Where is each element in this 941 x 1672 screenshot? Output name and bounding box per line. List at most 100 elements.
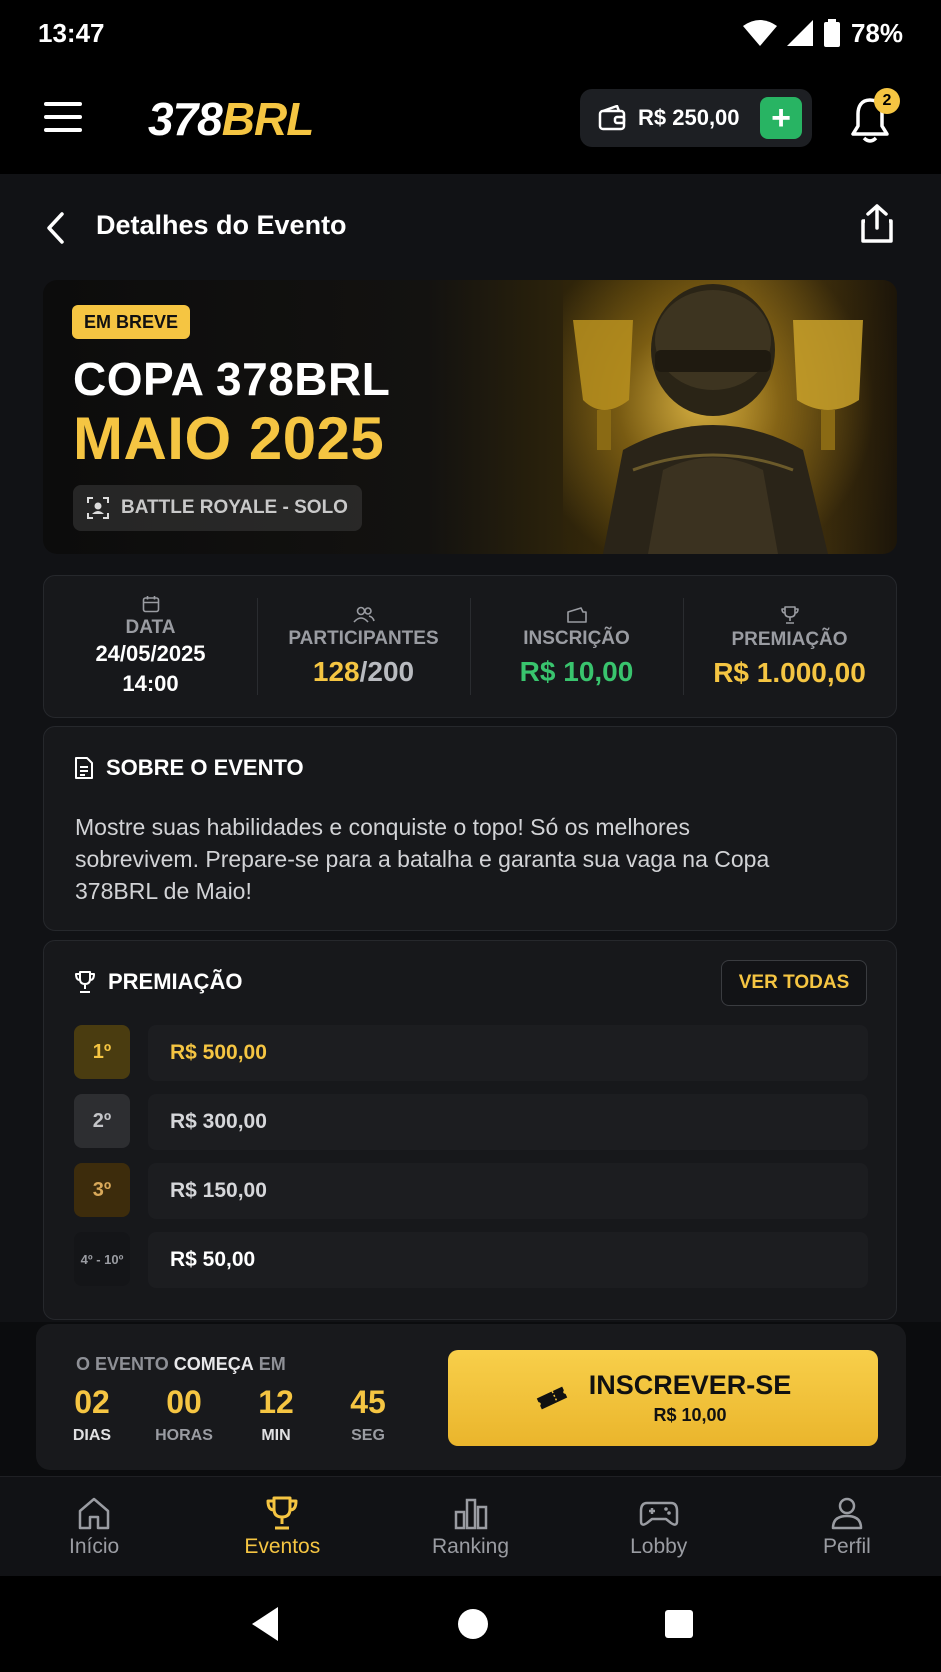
nav-label: Início (69, 1534, 120, 1558)
system-navigation-bar (0, 1576, 941, 1672)
about-header: SOBRE O EVENTO (74, 755, 304, 781)
battery-icon (823, 19, 840, 47)
about-section: SOBRE O EVENTO Mostre suas habilidades e… (43, 726, 897, 931)
user-focus-icon (87, 497, 109, 519)
page-header: Detalhes do Evento (0, 174, 941, 280)
prize-row: 3º R$ 150,00 (74, 1163, 868, 1219)
stat-prize: PREMIAÇÃO R$ 1.000,00 (683, 576, 896, 717)
stat-fee: INSCRIÇÃO R$ 10,00 (470, 576, 683, 717)
nav-item-inicio[interactable]: Início (0, 1477, 188, 1576)
nav-label: Perfil (822, 1534, 871, 1558)
register-price: R$ 10,00 (653, 1405, 727, 1425)
back-icon[interactable] (44, 210, 68, 246)
register-text: INSCREVER-SE R$ 10,00 (589, 1370, 792, 1426)
system-home-icon[interactable] (457, 1608, 489, 1640)
fee-label: INSCRIÇÃO (523, 627, 630, 649)
prize-value: R$ 1.000,00 (713, 656, 866, 688)
wallet-amount: R$ 250,00 (638, 105, 740, 130)
prizes-header: PREMIAÇÃO (74, 969, 242, 995)
register-button[interactable]: INSCREVER-SE R$ 10,00 (448, 1350, 878, 1446)
game-mode-label: BATTLE ROYALE - SOLO (121, 497, 348, 518)
status-icons: 78% (742, 17, 903, 49)
countdown-panel: O EVENTO COMEÇA EM 02 DIAS 00 HORAS 12 M… (36, 1324, 906, 1470)
wallet-balance-button[interactable]: R$ 250,00 + (580, 89, 812, 147)
nav-item-perfil[interactable]: Perfil (753, 1477, 941, 1576)
nav-label: Ranking (431, 1534, 510, 1558)
countdown-minutes: 12 MIN (236, 1384, 316, 1445)
hours-value: 00 (166, 1384, 202, 1420)
user-icon (831, 1497, 863, 1529)
seconds-value: 45 (350, 1384, 386, 1420)
status-bar: 13:47 78% (0, 0, 941, 66)
countdown-days: 02 DIAS (52, 1384, 132, 1445)
days-label: DIAS (72, 1427, 112, 1444)
bar-chart-icon (454, 1498, 487, 1529)
prize-rank: 4º - 10º (74, 1232, 130, 1286)
prizes-title: PREMIAÇÃO (108, 969, 243, 994)
home-icon (78, 1497, 110, 1529)
event-stats: DATA 24/05/2025 14:00 PARTICIPANTES 128/… (43, 575, 897, 718)
wifi-icon (742, 20, 777, 46)
countdown-label: O EVENTO COMEÇA EM (76, 1354, 286, 1374)
prize-row: 1º R$ 500,00 (74, 1025, 868, 1081)
prize-label: PREMIAÇÃO (731, 628, 848, 650)
nav-label: Lobby (630, 1534, 688, 1558)
date-value: 24/05/2025 (95, 640, 206, 666)
prize-rank: 3º (74, 1163, 130, 1217)
event-subtitle: MAIO 2025 (73, 405, 385, 472)
status-badge: EM BREVE (72, 305, 191, 339)
date-label: DATA (125, 616, 176, 638)
nav-item-lobby[interactable]: Lobby (565, 1477, 753, 1576)
days-value: 02 (74, 1384, 110, 1420)
see-all-button[interactable]: VER TODAS (721, 960, 867, 1006)
participants-value: 128/200 (313, 656, 414, 688)
system-back-icon[interactable] (248, 1605, 282, 1643)
calendar-icon (142, 595, 159, 612)
wallet-icon (598, 105, 626, 131)
prize-amount: R$ 150,00 (148, 1163, 868, 1219)
trophy-icon (75, 971, 95, 993)
app-logo[interactable]: 378BRL (148, 92, 315, 146)
minutes-value: 12 (258, 1384, 294, 1420)
prize-row: 2º R$ 300,00 (74, 1094, 868, 1150)
battery-percent: 78% (850, 17, 903, 48)
users-icon (352, 606, 375, 623)
game-mode-chip: BATTLE ROYALE - SOLO (73, 485, 362, 531)
time-value: 14:00 (122, 670, 179, 696)
signal-icon (786, 20, 813, 46)
stat-date: DATA 24/05/2025 14:00 (44, 576, 257, 717)
soldier-trophy-artwork (573, 284, 863, 554)
countdown-seconds: 45 SEG (328, 1384, 408, 1445)
nav-item-ranking[interactable]: Ranking (376, 1477, 564, 1576)
prize-rank: 2º (74, 1094, 130, 1148)
gamepad-icon (639, 1501, 678, 1526)
nav-item-eventos[interactable]: Eventos (188, 1477, 376, 1576)
event-title: COPA 378BRL (73, 353, 391, 405)
trophy-icon (780, 605, 799, 624)
prize-row: 4º - 10º R$ 50,00 (74, 1232, 868, 1288)
register-label: INSCREVER-SE (588, 1370, 792, 1400)
status-time: 13:47 (38, 17, 105, 48)
bottom-nav: Início Eventos Ranking Lobby Perfil (0, 1476, 941, 1576)
participants-current: 128 (312, 655, 360, 687)
logo-brand: BRL (221, 93, 315, 145)
nav-label: Eventos (244, 1534, 321, 1558)
system-recents-icon[interactable] (664, 1609, 694, 1639)
page-title: Detalhes do Evento (96, 210, 347, 240)
event-details-content: Detalhes do Evento EM BREVE COPA 378BRL … (0, 174, 941, 1322)
prize-amount: R$ 50,00 (148, 1232, 868, 1288)
fee-value: R$ 10,00 (519, 655, 634, 687)
add-funds-button[interactable]: + (760, 97, 802, 139)
prizes-section: PREMIAÇÃO VER TODAS 1º R$ 500,00 2º R$ 3… (43, 940, 897, 1320)
trophy-icon (266, 1496, 298, 1529)
seconds-label: SEG (351, 1427, 385, 1444)
ticket-icon (566, 606, 587, 623)
participants-label: PARTICIPANTES (288, 627, 439, 649)
about-title: SOBRE O EVENTO (106, 755, 304, 780)
about-description: Mostre suas habilidades e conquiste o to… (75, 814, 770, 904)
app-header: 378BRL R$ 250,00 + 2 (0, 66, 941, 174)
menu-icon[interactable] (44, 102, 82, 132)
participants-max: 200 (367, 655, 415, 687)
share-icon[interactable] (860, 204, 894, 244)
prize-amount: R$ 300,00 (148, 1094, 868, 1150)
